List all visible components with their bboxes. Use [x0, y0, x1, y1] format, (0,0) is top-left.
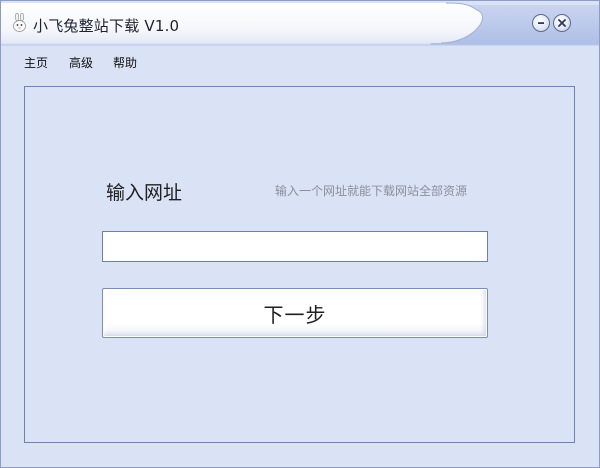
- minimize-icon: [538, 22, 544, 24]
- url-hint: 输入一个网址就能下载网站全部资源: [275, 184, 468, 198]
- minimize-button[interactable]: [532, 14, 550, 32]
- menu-item-advanced[interactable]: 高级: [69, 54, 93, 71]
- rabbit-icon: [13, 13, 26, 32]
- close-button[interactable]: [553, 14, 571, 32]
- url-input[interactable]: [102, 231, 488, 262]
- menu-item-home[interactable]: 主页: [24, 54, 48, 71]
- window-title: 小飞兔整站下载 V1.0: [33, 17, 180, 35]
- title-bar[interactable]: 小飞兔整站下载 V1.0: [1, 1, 599, 49]
- next-step-button[interactable]: 下一步: [102, 288, 488, 338]
- menu-bar: 主页 高级 帮助: [1, 51, 599, 73]
- main-panel: 输入网址 输入一个网址就能下载网站全部资源 下一步: [24, 86, 575, 443]
- app-window: 小飞兔整站下载 V1.0 主页 高级 帮助 输入网址 输入一个网址就能下载网站全…: [0, 0, 600, 468]
- close-icon: [558, 19, 566, 27]
- menu-item-help[interactable]: 帮助: [113, 54, 137, 71]
- next-step-button-label: 下一步: [263, 302, 327, 327]
- url-label: 输入网址: [106, 182, 183, 204]
